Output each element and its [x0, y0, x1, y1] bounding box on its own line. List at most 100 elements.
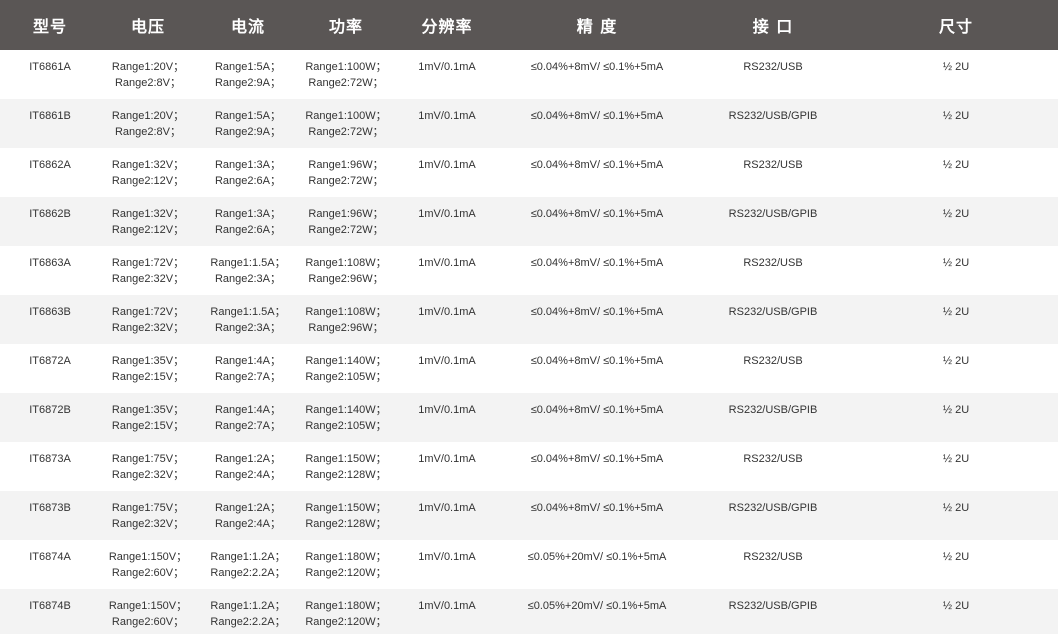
cell-current-line: Range1:3A；	[214, 208, 282, 220]
cell-interface: RS232/USB	[692, 344, 854, 393]
header-power: 功率	[300, 0, 392, 50]
cell-size: ½ 2U	[854, 540, 1058, 589]
cell-power-line: Range2:72W；	[308, 224, 384, 236]
cell-current: Range1:2A； Range2:4A；	[196, 491, 300, 540]
cell-accuracy: ≤0.04%+8mV/ ≤0.1%+5mA	[502, 491, 692, 540]
cell-voltage-line: Range2:15V；	[111, 371, 185, 383]
cell-voltage: Range1:35V； Range2:15V；	[100, 344, 196, 393]
cell-voltage-line: Range1:35V；	[111, 404, 185, 416]
cell-accuracy: ≤0.05%+20mV/ ≤0.1%+5mA	[502, 540, 692, 589]
cell-power: Range1:180W； Range2:120W；	[300, 589, 392, 634]
cell-power: Range1:150W； Range2:128W；	[300, 491, 392, 540]
cell-model: IT6861A	[0, 50, 100, 99]
header-voltage: 电压	[100, 0, 196, 50]
cell-power-line: Range2:120W；	[305, 567, 387, 579]
cell-resolution: 1mV/0.1mA	[392, 589, 502, 634]
cell-accuracy: ≤0.04%+8mV/ ≤0.1%+5mA	[502, 393, 692, 442]
cell-current-line: Range1:1.2A；	[210, 600, 286, 612]
cell-resolution: 1mV/0.1mA	[392, 295, 502, 344]
cell-current: Range1:1.5A； Range2:3A；	[196, 295, 300, 344]
cell-voltage: Range1:72V； Range2:32V；	[100, 295, 196, 344]
cell-model: IT6874B	[0, 589, 100, 634]
cell-voltage: Range1:75V； Range2:32V；	[100, 491, 196, 540]
cell-power-line: Range2:72W；	[308, 126, 384, 138]
cell-model: IT6872B	[0, 393, 100, 442]
cell-current-line: Range2:6A；	[214, 224, 282, 236]
cell-current-line: Range2:7A；	[214, 371, 282, 383]
cell-interface: RS232/USB/GPIB	[692, 393, 854, 442]
cell-power: Range1:140W； Range2:105W；	[300, 344, 392, 393]
cell-power-line: Range2:72W；	[308, 77, 384, 89]
cell-interface: RS232/USB	[692, 148, 854, 197]
table-row: IT6862A Range1:32V； Range2:12V； Range1:3A； R…	[0, 148, 1058, 197]
cell-current: Range1:1.2A； Range2:2.2A；	[196, 589, 300, 634]
cell-power-line: Range1:180W；	[305, 600, 387, 612]
cell-voltage-line: Range1:150V；	[108, 600, 188, 612]
cell-model: IT6863A	[0, 246, 100, 295]
cell-power-line: Range1:150W；	[305, 453, 387, 465]
cell-current: Range1:5A； Range2:9A；	[196, 50, 300, 99]
cell-interface: RS232/USB	[692, 442, 854, 491]
cell-size: ½ 2U	[854, 295, 1058, 344]
cell-current: Range1:1.5A； Range2:3A；	[196, 246, 300, 295]
table-row: IT6862B Range1:32V； Range2:12V； Range1:3A； R…	[0, 197, 1058, 246]
cell-voltage-line: Range1:75V；	[111, 453, 185, 465]
table-row: IT6863A Range1:72V； Range2:32V； Range1:1.5A…	[0, 246, 1058, 295]
cell-power-line: Range1:100W；	[305, 61, 387, 73]
cell-power-line: Range2:72W；	[308, 175, 384, 187]
cell-accuracy: ≤0.04%+8mV/ ≤0.1%+5mA	[502, 246, 692, 295]
cell-resolution: 1mV/0.1mA	[392, 491, 502, 540]
cell-voltage-line: Range1:20V；	[111, 61, 185, 73]
cell-current: Range1:3A； Range2:6A；	[196, 148, 300, 197]
cell-current-line: Range1:4A；	[214, 355, 282, 367]
cell-size: ½ 2U	[854, 50, 1058, 99]
table-row: IT6874A Range1:150V； Range2:60V； Range1:1.2…	[0, 540, 1058, 589]
cell-model: IT6873A	[0, 442, 100, 491]
cell-current: Range1:4A； Range2:7A；	[196, 344, 300, 393]
cell-power-line: Range1:180W；	[305, 551, 387, 563]
table-row: IT6872A Range1:35V； Range2:15V； Range1:4A； R…	[0, 344, 1058, 393]
cell-power-line: Range1:140W；	[305, 404, 387, 416]
cell-power-line: Range2:96W；	[308, 273, 384, 285]
cell-current-line: Range2:9A；	[214, 77, 282, 89]
cell-resolution: 1mV/0.1mA	[392, 50, 502, 99]
cell-voltage-line: Range1:72V；	[111, 257, 185, 269]
cell-size: ½ 2U	[854, 246, 1058, 295]
cell-accuracy: ≤0.04%+8mV/ ≤0.1%+5mA	[502, 50, 692, 99]
cell-resolution: 1mV/0.1mA	[392, 442, 502, 491]
cell-voltage: Range1:32V； Range2:12V；	[100, 197, 196, 246]
cell-current-line: Range1:2A；	[214, 502, 282, 514]
cell-voltage-line: Range1:150V；	[108, 551, 188, 563]
cell-power: Range1:140W； Range2:105W；	[300, 393, 392, 442]
cell-power-line: Range1:150W；	[305, 502, 387, 514]
cell-resolution: 1mV/0.1mA	[392, 344, 502, 393]
table-row: IT6863B Range1:72V； Range2:32V； Range1:1.5A…	[0, 295, 1058, 344]
cell-current-line: Range2:2.2A；	[210, 567, 286, 579]
cell-model: IT6863B	[0, 295, 100, 344]
cell-power: Range1:150W； Range2:128W；	[300, 442, 392, 491]
cell-power-line: Range2:120W；	[305, 616, 387, 628]
cell-size: ½ 2U	[854, 589, 1058, 634]
cell-current-line: Range2:4A；	[214, 469, 282, 481]
cell-accuracy: ≤0.04%+8mV/ ≤0.1%+5mA	[502, 295, 692, 344]
header-accuracy: 精 度	[502, 0, 692, 50]
cell-power-line: Range2:128W；	[305, 518, 387, 530]
cell-current-line: Range1:2A；	[214, 453, 282, 465]
cell-size: ½ 2U	[854, 442, 1058, 491]
cell-voltage-line: Range1:35V；	[111, 355, 185, 367]
cell-current: Range1:3A； Range2:6A；	[196, 197, 300, 246]
cell-voltage: Range1:150V； Range2:60V；	[100, 540, 196, 589]
cell-current: Range1:4A； Range2:7A；	[196, 393, 300, 442]
cell-current: Range1:2A； Range2:4A；	[196, 442, 300, 491]
cell-current: Range1:5A； Range2:9A；	[196, 99, 300, 148]
cell-voltage-line: Range2:60V；	[111, 616, 185, 628]
cell-size: ½ 2U	[854, 393, 1058, 442]
cell-size: ½ 2U	[854, 99, 1058, 148]
cell-current-line: Range1:3A；	[214, 159, 282, 171]
cell-voltage-line: Range2:32V；	[111, 273, 185, 285]
table-row: IT6873A Range1:75V； Range2:32V； Range1:2A； R…	[0, 442, 1058, 491]
cell-power-line: Range2:105W；	[305, 420, 387, 432]
cell-voltage-line: Range2:32V；	[111, 469, 185, 481]
cell-model: IT6872A	[0, 344, 100, 393]
cell-voltage: Range1:72V； Range2:32V；	[100, 246, 196, 295]
